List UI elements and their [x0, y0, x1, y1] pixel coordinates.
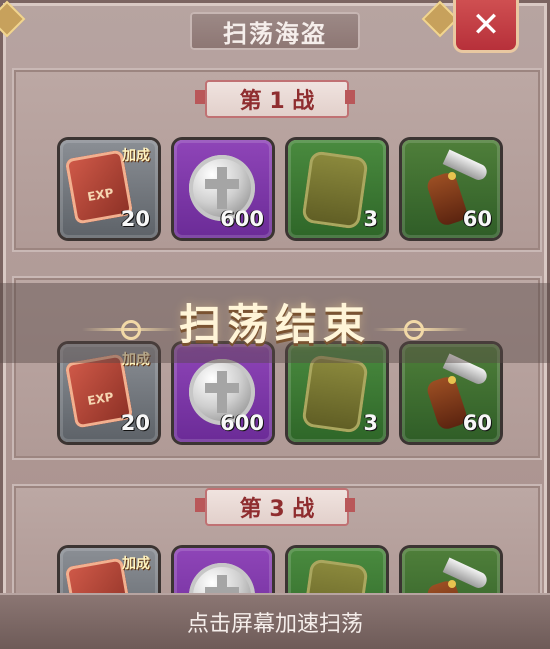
- banner-accent-left-3: [195, 498, 205, 512]
- item-count: 3: [363, 207, 378, 231]
- exp-book-slot-1[interactable]: EXP 加成 20: [60, 140, 158, 238]
- battle-1-label: 第 1 战: [239, 89, 315, 114]
- leather-bag-icon: [301, 150, 369, 230]
- banner-accent-right: [345, 90, 355, 104]
- banner-accent-left: [195, 90, 205, 104]
- close-icon: ✕: [471, 5, 501, 45]
- boost-badge: 加成: [122, 148, 150, 164]
- speed-up-hint[interactable]: 点击屏幕加速扫荡: [0, 593, 550, 649]
- item-count: 600: [220, 207, 264, 231]
- page-title: 扫荡海盗: [190, 12, 360, 50]
- item-count: 600: [220, 411, 264, 435]
- battle-3-label: 第 3 战: [239, 497, 315, 522]
- item-count: 60: [462, 411, 492, 435]
- item-count: 20: [120, 411, 150, 435]
- battle-3-banner: 第 3 战: [205, 488, 349, 526]
- boost-badge: 加成: [122, 556, 150, 572]
- battle-1-banner: 第 1 战: [205, 80, 349, 118]
- sweep-finished-title: 扫荡结束: [178, 300, 371, 349]
- silver-coin-slot-1[interactable]: 600: [174, 140, 272, 238]
- leather-bag-slot-1[interactable]: 3: [288, 140, 386, 238]
- item-count: 3: [363, 411, 378, 435]
- item-count: 20: [120, 207, 150, 231]
- banner-accent-right-3: [345, 498, 355, 512]
- item-count: 60: [462, 207, 492, 231]
- close-button[interactable]: ✕: [453, 0, 519, 53]
- leather-bag-icon: [301, 354, 369, 434]
- dagger-slot-1[interactable]: 60: [402, 140, 500, 238]
